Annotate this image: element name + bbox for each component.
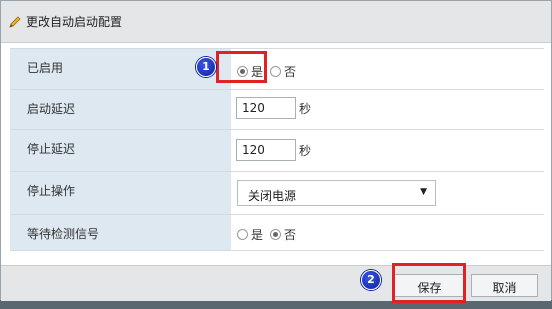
row-wait-heartbeat: 等待检测信号 是 否 bbox=[10, 215, 544, 251]
enabled-yes-highlight bbox=[216, 51, 267, 83]
wait-heartbeat-no-label: 否 bbox=[284, 228, 297, 242]
wait-heartbeat-no-radio[interactable] bbox=[270, 229, 282, 240]
save-button-highlight bbox=[392, 263, 466, 303]
start-delay-unit: 秒 bbox=[299, 102, 312, 116]
enabled-no-label: 否 bbox=[284, 65, 297, 79]
stop-delay-unit: 秒 bbox=[299, 144, 312, 158]
row-stop-action: 停止操作 关闭电源 ▼ bbox=[10, 172, 544, 215]
stop-action-select[interactable]: 关闭电源 ▼ bbox=[237, 180, 436, 206]
stop-action-value: 关闭电源 bbox=[248, 189, 297, 203]
wait-heartbeat-yes-label: 是 bbox=[251, 228, 264, 242]
row-enabled: 已启用 是 否 bbox=[10, 49, 544, 90]
cancel-button[interactable]: 取消 bbox=[471, 274, 538, 297]
wait-heartbeat-yes-radio[interactable] bbox=[237, 229, 248, 240]
row-stop-delay: 停止延迟 120 秒 bbox=[10, 130, 544, 172]
start-delay-label: 启动延迟 bbox=[10, 90, 231, 129]
step-1-marker: 1 bbox=[196, 57, 216, 77]
dialog-title: 更改自动启动配置 bbox=[26, 15, 123, 29]
step-2-marker: 2 bbox=[361, 270, 381, 290]
stop-action-label: 停止操作 bbox=[10, 172, 231, 214]
start-delay-input[interactable]: 120 bbox=[236, 97, 296, 119]
dialog-titlebar: 更改自动启动配置 bbox=[1, 1, 551, 43]
stop-delay-input[interactable]: 120 bbox=[236, 139, 296, 161]
pencil-icon bbox=[9, 15, 21, 28]
dropdown-arrow-icon: ▼ bbox=[420, 187, 427, 197]
config-form: 已启用 是 否 启动延迟 120 秒 停止延迟 120 秒 停止操作 关闭电源 … bbox=[10, 48, 544, 251]
dialog-footer: 保存 取消 bbox=[1, 265, 551, 301]
enabled-no-radio[interactable] bbox=[270, 66, 282, 77]
auto-start-config-dialog: 更改自动启动配置 已启用 是 否 启动延迟 120 秒 停止延迟 120 秒 停… bbox=[0, 0, 552, 301]
stop-delay-label: 停止延迟 bbox=[10, 130, 231, 171]
wait-heartbeat-label: 等待检测信号 bbox=[10, 215, 231, 250]
row-start-delay: 启动延迟 120 秒 bbox=[10, 90, 544, 130]
